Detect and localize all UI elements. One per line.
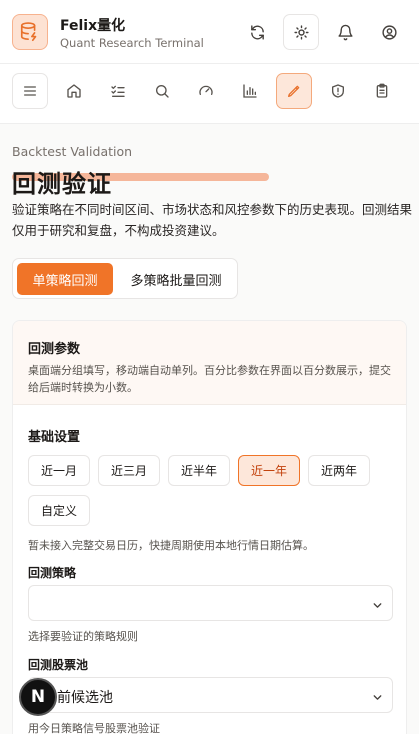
strategy-hint: 选择要验证的策略规则 bbox=[28, 630, 138, 643]
menu-icon[interactable] bbox=[12, 73, 48, 109]
chevron-down-icon bbox=[371, 689, 384, 708]
card-header: 回测参数 桌面端分组填写，移动端自动单列。百分比参数在界面以百分数展示，提交给后… bbox=[13, 321, 406, 405]
app-header: Felix量化 Quant Research Terminal bbox=[0, 0, 419, 64]
backtest-params-card: 回测参数 桌面端分组填写，移动端自动单列。百分比参数在界面以百分数展示，提交给后… bbox=[12, 320, 407, 734]
brand-subtitle: Quant Research Terminal bbox=[60, 36, 204, 50]
pool-select[interactable]: 当前候选池 bbox=[28, 677, 393, 713]
brand-name: Felix量化 bbox=[60, 18, 126, 34]
period-1m[interactable]: 近一月 bbox=[28, 455, 90, 486]
checklist-icon[interactable] bbox=[100, 73, 136, 109]
pool-label: 回测股票池 bbox=[28, 658, 89, 672]
card-title: 回测参数 bbox=[28, 342, 81, 357]
refresh-icon[interactable] bbox=[239, 14, 275, 50]
pencil-ruler-icon[interactable] bbox=[276, 73, 312, 109]
period-6m[interactable]: 近半年 bbox=[168, 455, 230, 486]
period-hint: 暂未接入完整交易日历，快捷周期使用本地行情日期估算。 bbox=[28, 539, 314, 552]
period-3m[interactable]: 近三月 bbox=[98, 455, 160, 486]
database-bolt-icon[interactable] bbox=[12, 14, 48, 50]
user-circle-icon[interactable] bbox=[371, 14, 407, 50]
strategy-label: 回测策略 bbox=[28, 566, 77, 580]
bell-icon[interactable] bbox=[327, 14, 363, 50]
gauge-icon[interactable] bbox=[188, 73, 224, 109]
period-1y[interactable]: 近一年 bbox=[238, 455, 300, 486]
card-description: 桌面端分组填写，移动端自动单列。百分比参数在界面以百分数展示，提交给后端时转换为… bbox=[28, 364, 391, 394]
chevron-down-icon bbox=[371, 597, 384, 616]
floating-badge[interactable]: N bbox=[19, 678, 57, 716]
period-2y[interactable]: 近两年 bbox=[308, 455, 370, 486]
sun-icon[interactable] bbox=[283, 14, 319, 50]
strategy-select[interactable] bbox=[28, 585, 393, 621]
pool-hint: 用今日策略信号股票池验证 bbox=[28, 722, 160, 734]
section-title-basic: 基础设置 bbox=[28, 430, 81, 445]
clipboard-icon[interactable] bbox=[364, 73, 400, 109]
page-eyebrow: Backtest Validation bbox=[12, 144, 133, 159]
search-icon[interactable] bbox=[144, 73, 180, 109]
nav-bar bbox=[0, 64, 419, 181]
mode-tabs: 单策略回测 多策略批量回测 bbox=[12, 258, 238, 299]
shield-alert-icon[interactable] bbox=[320, 73, 356, 109]
page-description: 验证策略在不同时间区间、市场状态和风控参数下的历史表现。回测结果仅用于研究和复盘… bbox=[12, 202, 413, 238]
page-title: 回测验证 bbox=[12, 170, 112, 198]
period-custom[interactable]: 自定义 bbox=[28, 495, 90, 526]
tab-single-strategy[interactable]: 单策略回测 bbox=[17, 263, 113, 295]
tab-batch-strategy[interactable]: 多策略批量回测 bbox=[117, 263, 235, 295]
bar-chart-icon[interactable] bbox=[232, 73, 268, 109]
home-icon[interactable] bbox=[56, 73, 92, 109]
